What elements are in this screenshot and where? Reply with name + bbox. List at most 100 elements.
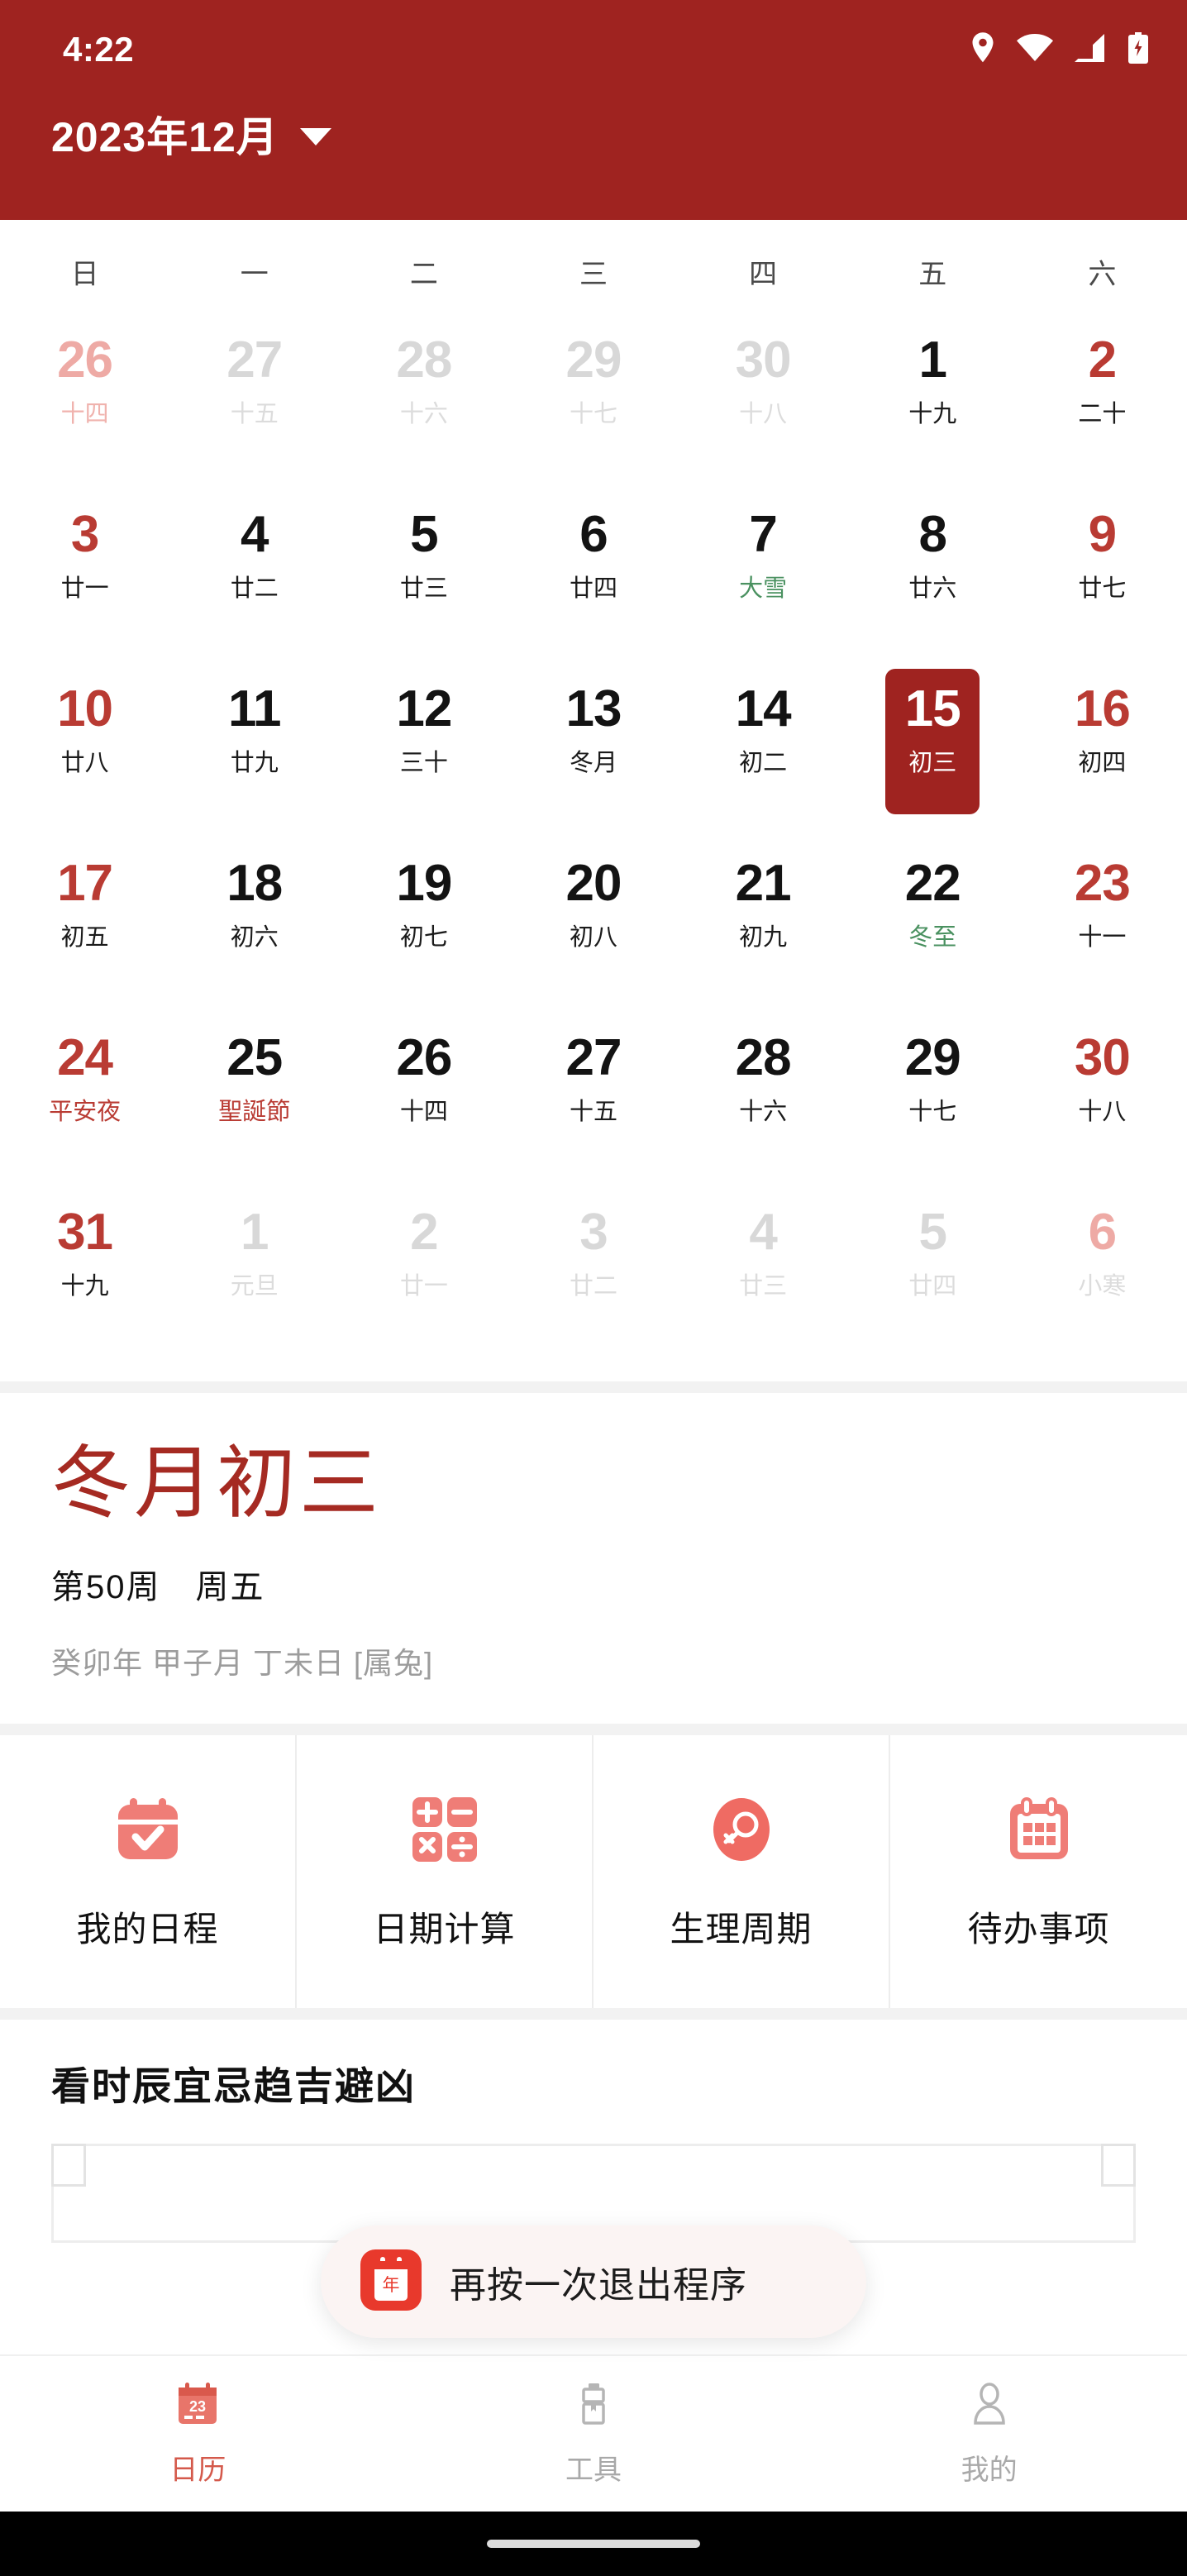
calendar-day[interactable]: 19 初七	[339, 837, 508, 1011]
day-detail-panel[interactable]: 冬月初三 第50周 周五 癸卯年 甲子月 丁未日 [属兔]	[0, 1393, 1187, 1724]
day-number: 3	[70, 506, 99, 563]
day-number: 19	[396, 855, 452, 912]
day-number: 12	[396, 680, 452, 737]
day-number: 25	[226, 1029, 283, 1086]
calendar-week-row: 10 廿八 11 廿九 12 三十 13 冬月 14 初二 15 初三 16 初四	[0, 662, 1187, 837]
day-number: 30	[1074, 1029, 1131, 1086]
tools-row: 我的日程 日期计算 生理周期 待办事项	[0, 1734, 1187, 2008]
weekday-header: 日一二三四五六	[0, 220, 1187, 313]
calendar-day[interactable]: 20 初八	[508, 837, 678, 1011]
day-lunar-label: 十七	[908, 1099, 957, 1125]
calendar-day[interactable]: 27 十五	[169, 313, 339, 488]
calendar-day[interactable]: 23 十一	[1018, 837, 1187, 1011]
calendar-day[interactable]: 7 大雪	[679, 488, 848, 662]
ganzhi-zodiac-line: 癸卯年 甲子月 丁未日 [属兔]	[51, 1645, 434, 1680]
nav-item-我的[interactable]: 我的	[791, 2356, 1187, 2512]
calendar-day[interactable]: 26 十四	[0, 313, 169, 488]
calendar-day[interactable]: 8 廿六	[848, 488, 1018, 662]
day-lunar-label: 十五	[230, 401, 279, 427]
calculator-icon	[407, 1791, 483, 1872]
calendar-day[interactable]: 31 十九	[0, 1185, 169, 1360]
calendar-day[interactable]: 4 廿三	[679, 1185, 848, 1360]
nav-item-日历[interactable]: 23 日历	[0, 2356, 396, 2512]
weekday-label-4: 四	[749, 259, 778, 290]
day-number: 11	[227, 680, 282, 737]
exit-toast: 年 再按一次退出程序	[321, 2225, 866, 2338]
calendar-day[interactable]: 6 小寒	[1018, 1185, 1187, 1360]
day-lunar-label: 十七	[569, 401, 617, 427]
tool-label: 我的日程	[76, 1909, 219, 1949]
day-lunar-label: 初三	[908, 750, 957, 776]
almanac-section[interactable]: 看时辰宜忌趋吉避凶	[0, 2019, 1187, 2243]
calendar-day[interactable]: 4 廿二	[169, 488, 339, 662]
status-bar: 4:22	[0, 0, 1187, 99]
day-number: 28	[396, 332, 452, 389]
section-divider-3	[0, 2007, 1187, 2020]
calendar-day[interactable]: 1 十九	[848, 313, 1018, 488]
tool-item-2[interactable]: 生理周期	[594, 1734, 890, 2008]
calendar-day[interactable]: 26 十四	[339, 1011, 508, 1185]
calendar-day[interactable]: 16 初四	[1018, 662, 1187, 837]
calendar-day[interactable]: 2 廿一	[339, 1185, 508, 1360]
day-lunar-label: 廿四	[569, 575, 617, 602]
calendar-grid[interactable]: 26 十四 27 十五 28 十六 29 十七 30 十八 1 十九 2 二十 3 廿一 4 廿二 5 廿三 6 廿四 7 大…	[0, 313, 1187, 1381]
day-number: 26	[57, 332, 113, 389]
weekday-label-0: 日	[70, 259, 99, 290]
day-number: 23	[1074, 855, 1131, 912]
calendar-day[interactable]: 17 初五	[0, 837, 169, 1011]
weekday-label-1: 一	[240, 259, 269, 290]
tool-item-3[interactable]: 待办事项	[890, 1735, 1187, 2008]
day-lunar-label: 廿一	[60, 575, 109, 602]
bottom-navigation[interactable]: 23 日历 工具 我的	[0, 2354, 1187, 2512]
calendar-day[interactable]: 14 初二	[679, 662, 848, 837]
calendar-day[interactable]: 3 廿二	[508, 1185, 678, 1360]
day-lunar-label: 十四	[399, 1099, 448, 1125]
calendar-day[interactable]: 11 廿九	[169, 662, 339, 837]
calendar-day[interactable]: 28 十六	[339, 313, 508, 488]
calendar-day[interactable]: 10 廿八	[0, 662, 169, 837]
calendar-day[interactable]: 6 廿四	[508, 488, 678, 662]
day-lunar-label: 聖誕節	[218, 1099, 291, 1125]
calendar-day[interactable]: 13 冬月	[508, 662, 678, 837]
calendar-day[interactable]: 29 十七	[848, 1011, 1018, 1185]
calendar-day[interactable]: 1 元旦	[169, 1185, 339, 1360]
calendar-day[interactable]: 9 廿七	[1018, 488, 1187, 662]
weekday-label-5: 五	[918, 259, 947, 290]
tool-item-0[interactable]: 我的日程	[0, 1734, 297, 2008]
toolbox-icon	[569, 2380, 618, 2434]
wifi-icon	[1017, 33, 1053, 66]
section-divider-2	[0, 1723, 1187, 1735]
app-icon-char: 年	[383, 2276, 400, 2295]
calendar-day[interactable]: 25 聖誕節	[169, 1011, 339, 1185]
calendar-day[interactable]: 27 十五	[508, 1011, 678, 1185]
calendar-day[interactable]: 5 廿四	[848, 1185, 1018, 1360]
day-number: 24	[57, 1029, 113, 1086]
calendar-day[interactable]: 21 初九	[679, 837, 848, 1011]
calendar-day[interactable]: 30 十八	[1018, 1011, 1187, 1185]
calendar-day[interactable]: 3 廿一	[0, 488, 169, 662]
day-number: 1	[918, 332, 947, 389]
day-lunar-label: 十六	[739, 1099, 788, 1125]
calendar-day[interactable]: 30 十八	[679, 313, 848, 488]
calendar-day[interactable]: 29 十七	[508, 313, 678, 488]
calendar-day[interactable]: 18 初六	[169, 837, 339, 1011]
chevron-down-icon[interactable]	[299, 127, 331, 145]
nav-item-工具[interactable]: 工具	[396, 2356, 792, 2512]
calendar-day-selected[interactable]: 15 初三	[848, 662, 1018, 837]
calendar-day[interactable]: 2 二十	[1018, 313, 1187, 488]
calendar-day[interactable]: 28 十六	[679, 1011, 848, 1185]
day-number: 5	[918, 1204, 947, 1261]
day-lunar-label: 初四	[1078, 750, 1127, 776]
page-title: 2023年12月	[51, 114, 279, 160]
calendar-day[interactable]: 24 平安夜	[0, 1011, 169, 1185]
calendar-day[interactable]: 5 廿三	[339, 488, 508, 662]
month-selector[interactable]: 2023年12月	[51, 104, 331, 164]
day-lunar-label: 平安夜	[49, 1099, 122, 1125]
day-lunar-label: 十九	[60, 1273, 109, 1300]
calendar-day[interactable]: 22 冬至	[848, 837, 1018, 1011]
gesture-pill[interactable]	[487, 2540, 700, 2548]
tool-label: 日期计算	[373, 1909, 516, 1949]
tool-item-1[interactable]: 日期计算	[297, 1734, 594, 2008]
calendar-day[interactable]: 12 三十	[339, 662, 508, 837]
day-number: 4	[749, 1204, 777, 1261]
